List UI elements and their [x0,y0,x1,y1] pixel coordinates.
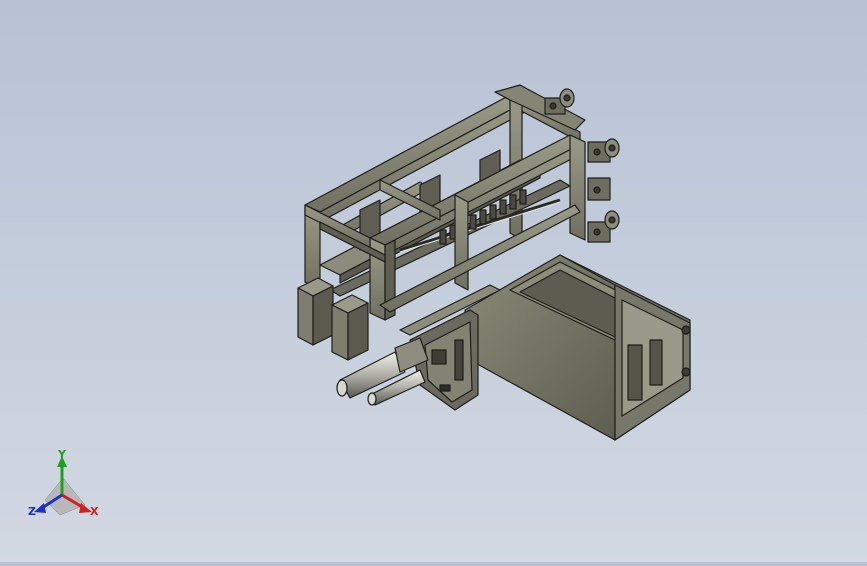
y-axis-label: Y [57,448,67,461]
reference-triad: Y X Z [28,448,99,518]
cad-viewport[interactable]: Y X Z [0,0,867,562]
x-axis-label: X [90,505,99,518]
machine-assembly[interactable] [297,84,691,441]
left-blocks[interactable] [297,277,369,361]
z-axis-label: Z [28,505,36,518]
hopper-box[interactable] [464,254,691,441]
